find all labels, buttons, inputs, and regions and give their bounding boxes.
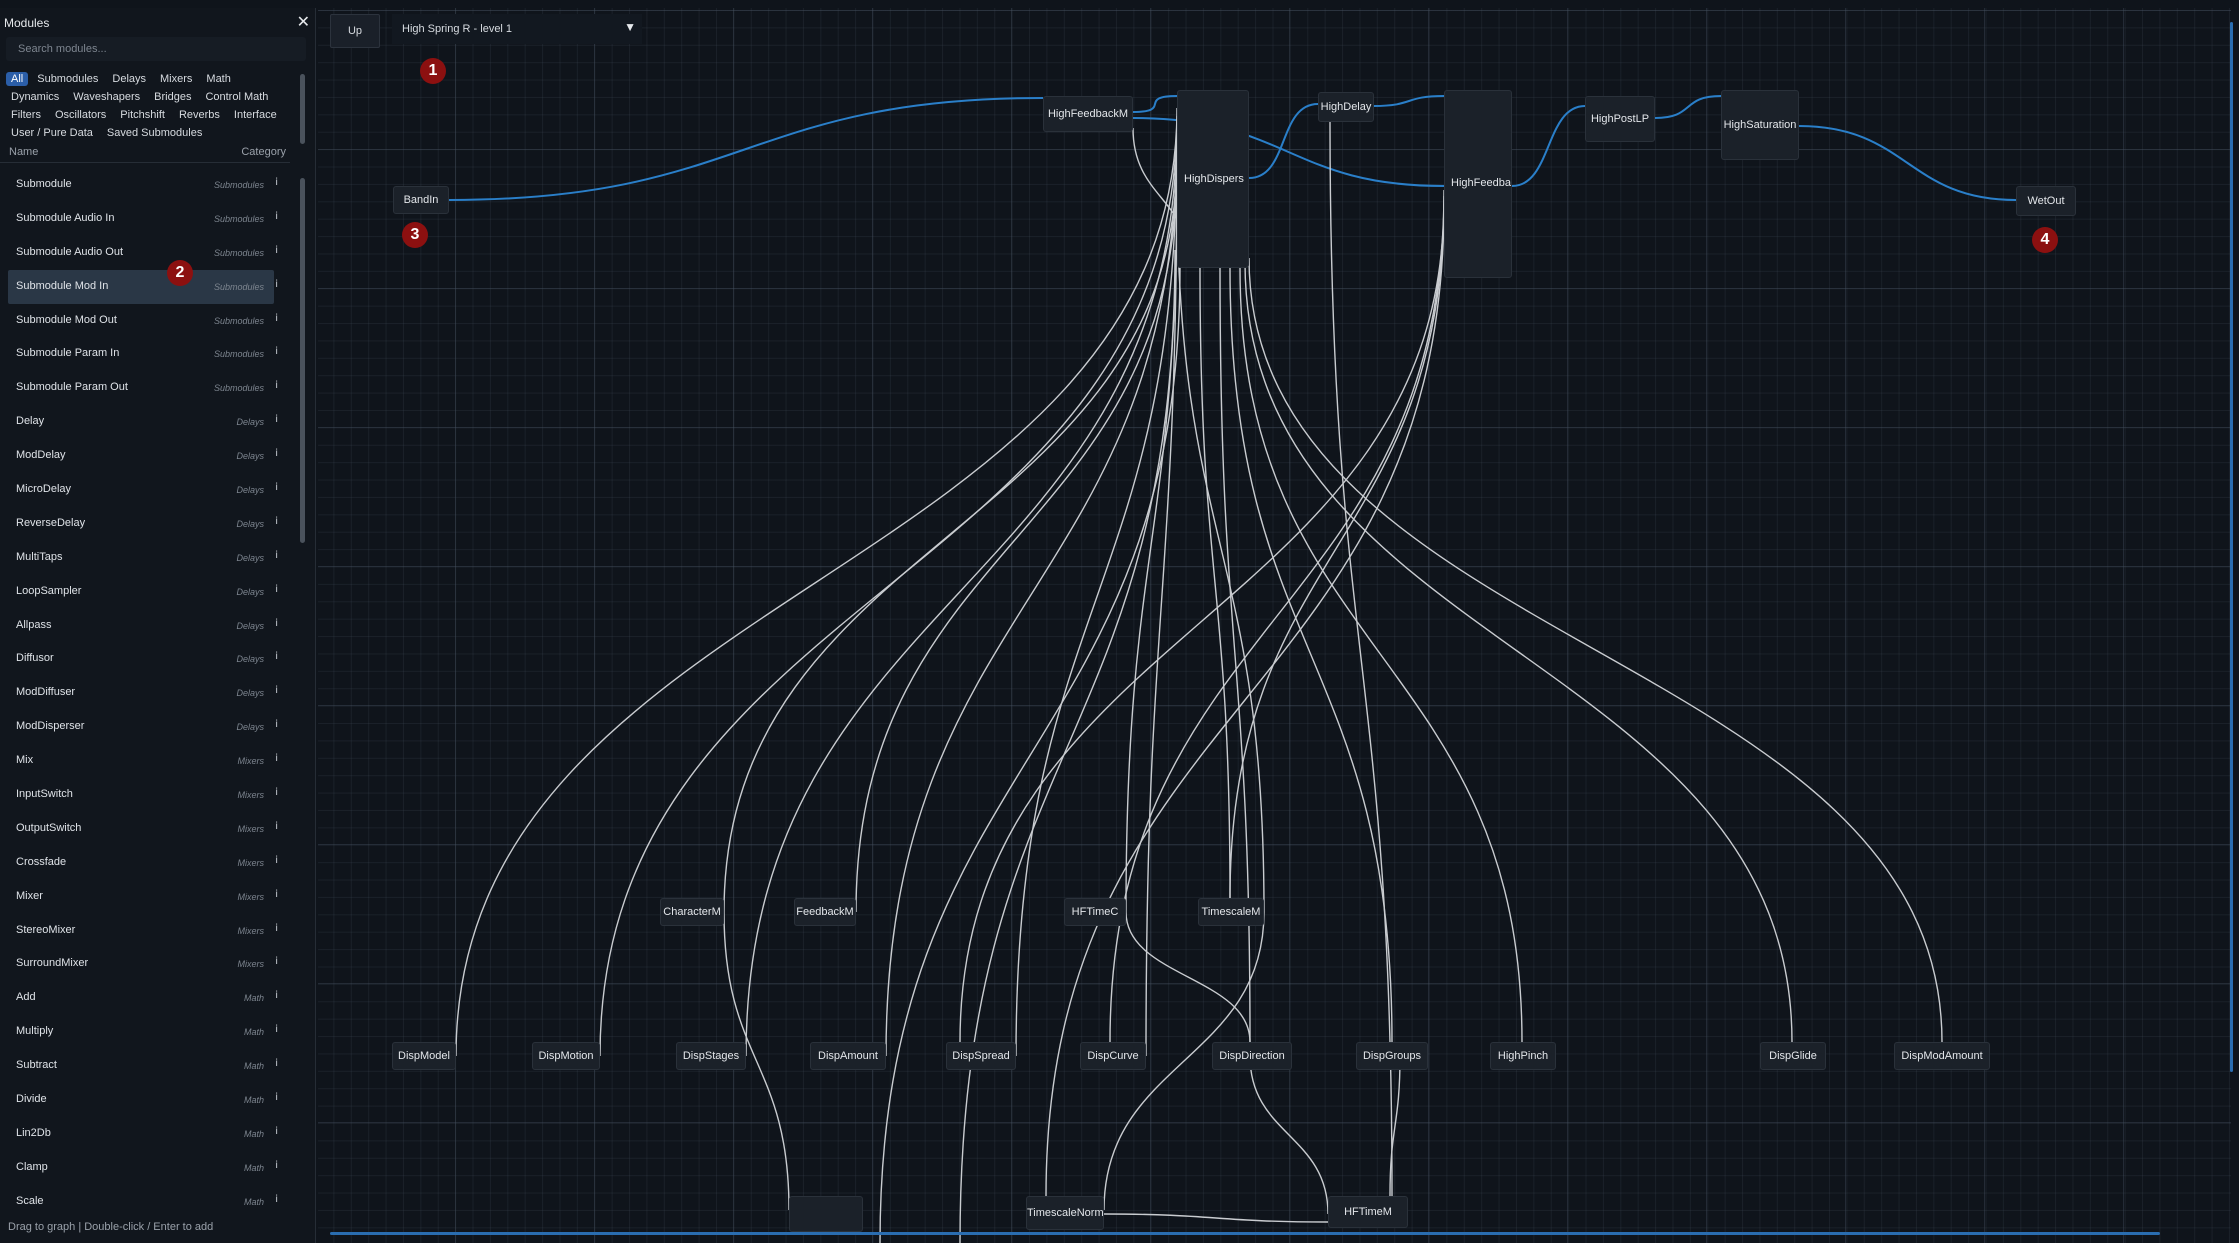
node-label: DispGlide [1769, 1050, 1817, 1062]
node-label: DispStages [682, 1050, 740, 1062]
node-label: DispDirection [1219, 1050, 1285, 1062]
node-highfeedbackm[interactable]: HighFeedbackM [1043, 96, 1133, 132]
wire-mod-direction-hftimem [1249, 1055, 1329, 1215]
wire-mod-dispers-glide [1244, 261, 1793, 1043]
node-timescalenorm[interactable]: TimescaleNorm [1026, 1196, 1104, 1230]
node-hftimec[interactable]: HFTimeC [1064, 898, 1126, 926]
node-highdelay[interactable]: HighDelay [1318, 92, 1374, 122]
wire-mod-3 [885, 131, 1178, 1057]
node-label: DispModel [398, 1050, 450, 1062]
wire-mod-feedbacksc-timescale [1229, 195, 1445, 899]
node-label: TimescaleM [1201, 906, 1261, 918]
marker-2: 2 [167, 260, 193, 286]
wire-mod-8 [1125, 171, 1178, 913]
wire-mod-dispers-pinch [1239, 267, 1523, 1043]
node-dispdirection[interactable]: DispDirection [1212, 1042, 1292, 1070]
node-blank[interactable] [789, 1196, 863, 1232]
canvas-horizontal-scrollbar[interactable] [330, 1232, 2160, 1235]
node-highdispers[interactable]: HighDispers [1177, 90, 1249, 268]
node-label: HighSaturation [1723, 119, 1797, 131]
wire-mod-7 [855, 163, 1178, 913]
wire-audio-feedbacksc-postlp [1511, 105, 1586, 187]
node-label: TimescaleNorm [1027, 1207, 1103, 1219]
node-highsaturation[interactable]: HighSaturation [1721, 90, 1799, 160]
node-label: DispSpread [952, 1050, 1010, 1062]
wire-audio-delay-feedbacksc [1373, 95, 1445, 107]
wire-mod-dispers-modamount [1248, 257, 1943, 1043]
node-label: HighFeedbackSc [1451, 177, 1511, 189]
wire-audio-bandin-feedback [448, 97, 1044, 201]
node-feedbackm[interactable]: FeedbackM [794, 898, 856, 926]
node-label: DispModAmount [1901, 1050, 1983, 1062]
node-label: HighDelay [1320, 101, 1372, 113]
wire-mod-dispers-offscreen-1 [879, 267, 1181, 1243]
level-select-value: High Spring R - level 1 [402, 23, 513, 35]
node-label: HighDispers [1184, 173, 1244, 185]
wire-mod-dispers-offscreen-2 [959, 249, 1176, 1243]
node-highpostlp[interactable]: HighPostLP [1585, 96, 1655, 142]
wire-audio-feedback-dispers [1132, 95, 1178, 113]
node-dispmodamount[interactable]: DispModAmount [1894, 1042, 1990, 1070]
node-dispgroups[interactable]: DispGroups [1356, 1042, 1428, 1070]
node-label: CharacterM [663, 906, 721, 918]
up-button[interactable]: Up [330, 14, 380, 48]
marker-1: 1 [420, 58, 446, 84]
node-timescalem[interactable]: TimescaleM [1198, 898, 1264, 926]
node-highfeedbacksc[interactable]: HighFeedbackSc [1444, 90, 1512, 278]
wire-mod-5 [1145, 147, 1178, 1057]
node-label: HighFeedbackM [1047, 108, 1129, 120]
node-hftimem[interactable]: HFTimeM [1328, 1196, 1408, 1228]
wire-mod-hftimec-direction [1125, 911, 1251, 1043]
wire-audio-saturation-wetout [1798, 125, 2017, 201]
node-label: BandIn [403, 194, 439, 206]
node-label: HighPostLP [1590, 113, 1650, 125]
node-label: HFTimeM [1344, 1206, 1392, 1218]
wire-mod-dispers-timescale [1199, 267, 1231, 899]
node-label: WetOut [2027, 195, 2065, 207]
node-label: FeedbackM [796, 906, 854, 918]
node-dispcurve[interactable]: DispCurve [1080, 1042, 1146, 1070]
node-characterm[interactable]: CharacterM [660, 898, 724, 926]
node-label: DispAmount [818, 1050, 878, 1062]
node-dispspread[interactable]: DispSpread [946, 1042, 1016, 1070]
node-dispglide[interactable]: DispGlide [1760, 1042, 1826, 1070]
wire-mod-timescalenorm-hftimem [1103, 1213, 1329, 1223]
node-dispamount[interactable]: DispAmount [810, 1042, 886, 1070]
node-dispmotion[interactable]: DispMotion [532, 1042, 600, 1070]
level-select[interactable]: High Spring R - level 1 ▼ [392, 14, 642, 44]
node-label: DispCurve [1087, 1050, 1139, 1062]
marker-4: 4 [2032, 227, 2058, 253]
canvas-vertical-scrollbar[interactable] [2230, 22, 2233, 1072]
chevron-down-icon[interactable]: ▼ [624, 20, 636, 34]
node-label: DispMotion [538, 1050, 594, 1062]
node-label: DispGroups [1362, 1050, 1422, 1062]
node-dispmodel[interactable]: DispModel [392, 1042, 456, 1070]
node-label: HFTimeC [1071, 906, 1119, 918]
node-bandin[interactable]: BandIn [393, 186, 449, 214]
node-highpinch[interactable]: HighPinch [1490, 1042, 1556, 1070]
wire-mod-6 [723, 155, 1178, 913]
node-wetout[interactable]: WetOut [2016, 186, 2076, 216]
node-label: HighPinch [1497, 1050, 1549, 1062]
marker-3: 3 [402, 222, 428, 248]
node-dispstages[interactable]: DispStages [676, 1042, 746, 1070]
wire-audio-postlp-saturation [1654, 95, 1722, 119]
